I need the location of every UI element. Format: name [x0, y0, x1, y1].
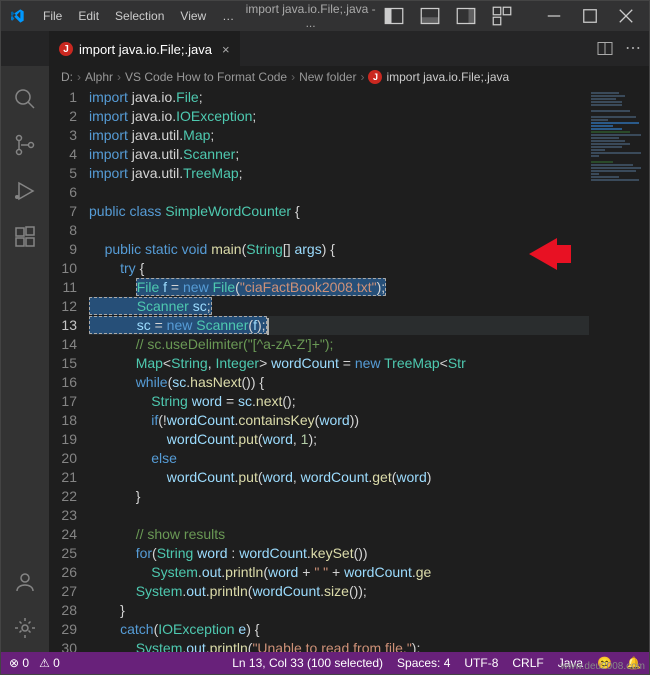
- java-file-icon: J: [368, 70, 382, 84]
- extensions-icon[interactable]: [13, 225, 37, 249]
- menu-view[interactable]: View: [172, 5, 214, 27]
- search-icon[interactable]: [13, 87, 37, 111]
- crumb[interactable]: import java.io.File;.java: [386, 70, 509, 84]
- activity-bar: [1, 31, 49, 652]
- annotation-arrow: [529, 238, 557, 270]
- crumb[interactable]: Alphr: [85, 70, 113, 84]
- more-actions-icon[interactable]: ⋯: [625, 38, 641, 59]
- layout-bottom-icon[interactable]: [415, 6, 445, 26]
- tab-bar: J import java.io.File;.java × ⋯: [1, 31, 649, 66]
- menu-file[interactable]: File: [35, 5, 70, 27]
- crumb[interactable]: D:: [61, 70, 73, 84]
- layout-right-icon[interactable]: [451, 6, 481, 26]
- status-warnings[interactable]: ⚠ 0: [39, 656, 60, 670]
- source-control-icon[interactable]: [13, 133, 37, 157]
- menu-more[interactable]: …: [214, 5, 242, 27]
- status-bar: ⊗ 0 ⚠ 0 Ln 13, Col 33 (100 selected) Spa…: [1, 652, 649, 674]
- editor-tab[interactable]: J import java.io.File;.java ×: [49, 31, 240, 66]
- settings-gear-icon[interactable]: [13, 616, 37, 640]
- menu-edit[interactable]: Edit: [70, 5, 107, 27]
- breadcrumb[interactable]: D:› Alphr› VS Code How to Format Code› N…: [1, 66, 649, 88]
- maximize-button[interactable]: [575, 6, 605, 26]
- status-cursor-position[interactable]: Ln 13, Col 33 (100 selected): [232, 656, 383, 670]
- crumb[interactable]: VS Code How to Format Code: [125, 70, 287, 84]
- accounts-icon[interactable]: [13, 570, 37, 594]
- title-bar: File Edit Selection View … import java.i…: [1, 1, 649, 31]
- line-numbers: 1234567891011121314151617181920212223242…: [49, 88, 89, 652]
- status-errors[interactable]: ⊗ 0: [9, 656, 29, 670]
- run-debug-icon[interactable]: [13, 179, 37, 203]
- status-indentation[interactable]: Spaces: 4: [397, 656, 450, 670]
- split-editor-icon[interactable]: [597, 38, 613, 59]
- code-area[interactable]: import java.io.File; import java.io.IOEx…: [89, 88, 589, 652]
- status-encoding[interactable]: UTF-8: [464, 656, 498, 670]
- tab-close-icon[interactable]: ×: [222, 42, 230, 57]
- menu-bar: File Edit Selection View …: [35, 5, 242, 27]
- editor[interactable]: 1234567891011121314151617181920212223242…: [49, 88, 649, 652]
- window-title: import java.io.File;.java - ...: [242, 2, 379, 30]
- vscode-logo-icon: [9, 8, 25, 24]
- layout-left-icon[interactable]: [379, 6, 409, 26]
- java-file-icon: J: [59, 42, 73, 56]
- menu-selection[interactable]: Selection: [107, 5, 172, 27]
- crumb[interactable]: New folder: [299, 70, 356, 84]
- status-eol[interactable]: CRLF: [512, 656, 543, 670]
- minimize-button[interactable]: [539, 6, 569, 26]
- watermark: www.deu2008.com: [561, 661, 646, 672]
- tab-label: import java.io.File;.java: [79, 42, 212, 57]
- close-button[interactable]: [611, 6, 641, 26]
- minimap[interactable]: [589, 88, 649, 652]
- layout-customize-icon[interactable]: [487, 6, 517, 26]
